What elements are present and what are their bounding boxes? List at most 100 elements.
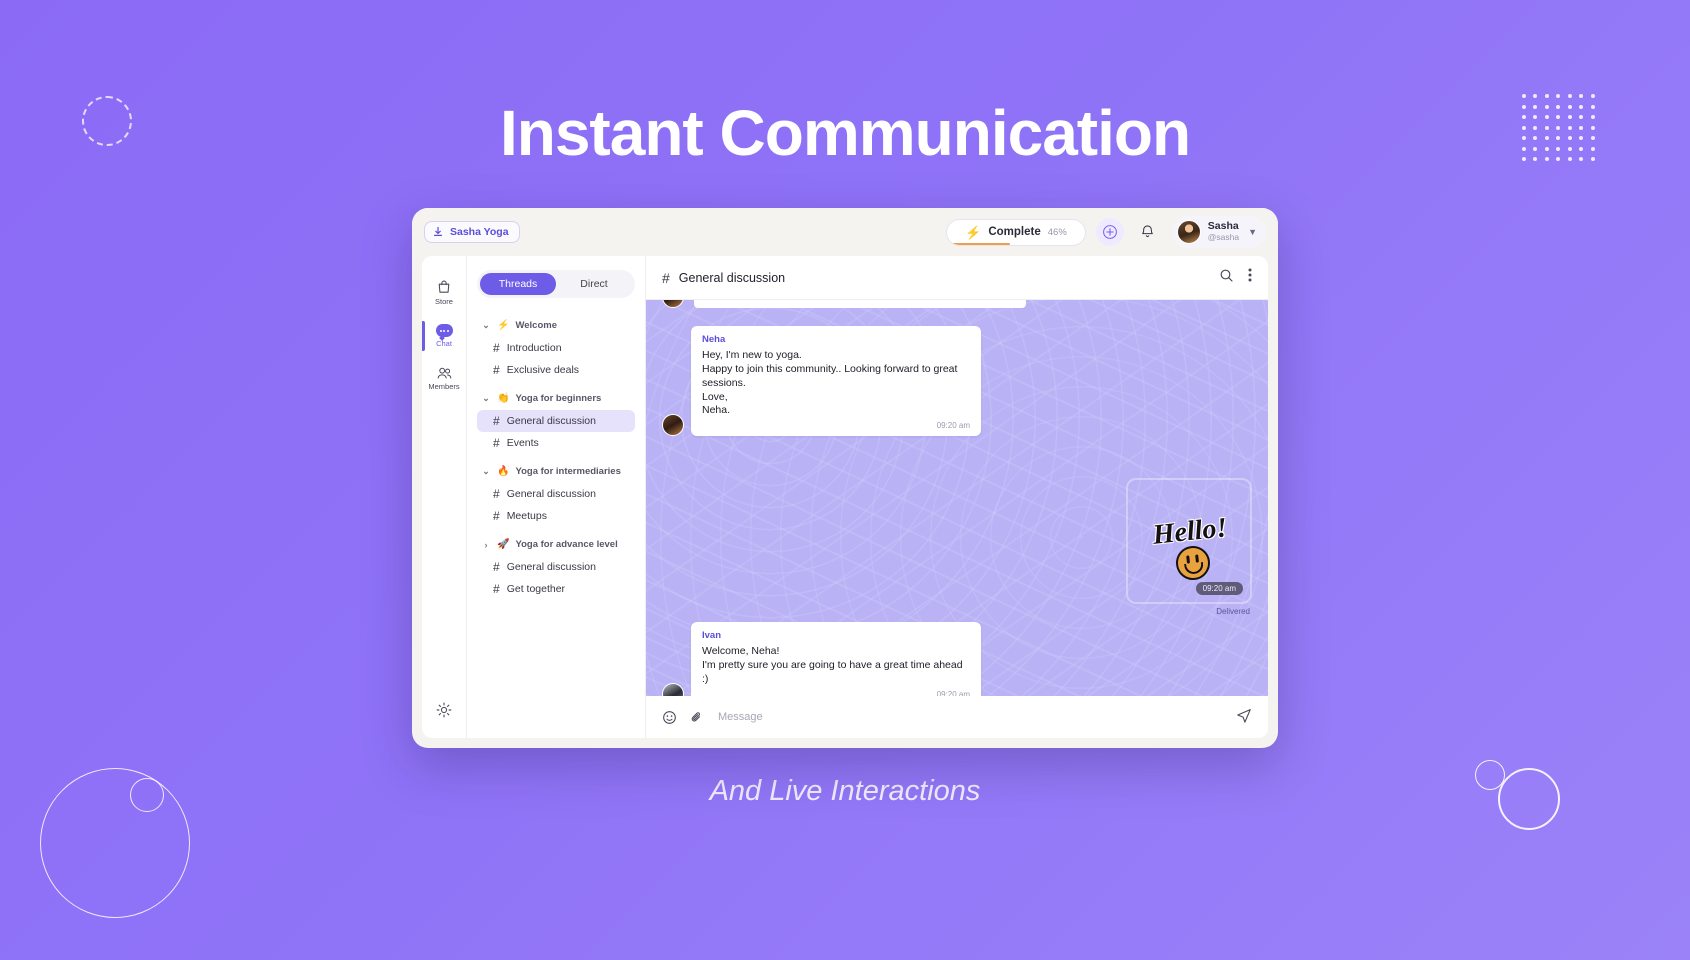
add-button[interactable] [1095, 218, 1124, 246]
message-bubble: Ivan Welcome, Neha! I'm pretty sure you … [691, 622, 981, 696]
app-body: Store Chat Members Threads Direct ⌄ ⚡ We… [412, 256, 1278, 748]
hash-icon: # [493, 436, 500, 450]
message-timestamp: 09:20 am [1195, 582, 1243, 595]
conversation-title: General discussion [678, 270, 786, 285]
sidebar-item-channel[interactable]: # Events [477, 432, 635, 454]
send-icon [1237, 708, 1251, 723]
sidebar-item-label: Store [435, 297, 453, 306]
message-author: Ivan [702, 630, 722, 641]
user-menu[interactable]: Sasha @sasha ▼ [1171, 216, 1266, 248]
tab-direct[interactable]: Direct [556, 273, 632, 295]
completion-label: Complete [988, 226, 1041, 238]
hash-icon: # [493, 487, 500, 501]
notifications-button[interactable] [1134, 218, 1162, 246]
nav-rail: Store Chat Members [422, 256, 466, 738]
group-emoji-icon: ⚡ [497, 320, 510, 331]
smiley-mouth [1184, 561, 1205, 575]
image-attachment[interactable]: Hello! 09:20 am [1126, 478, 1252, 604]
app-topbar: Sasha Yoga ⚡ Complete 46% Sasha @sasha ▼ [412, 208, 1278, 256]
emoji-icon [663, 710, 676, 724]
sidebar-item-members[interactable]: Members [422, 357, 466, 400]
search-icon [1220, 269, 1233, 282]
conversation-actions [1219, 267, 1252, 288]
completion-progress-pill[interactable]: ⚡ Complete 46% [946, 218, 1086, 246]
channel-label: Get together [506, 583, 566, 595]
hash-icon: # [493, 509, 500, 523]
smiley-graphic [1174, 544, 1212, 582]
sidebar-item-channel[interactable]: # Exclusive deals [477, 359, 635, 381]
message-list-inner: 09:20 am Neha Hey, I'm new to yoga. Happ… [646, 300, 1268, 696]
sidebar-item-chat[interactable]: Chat [422, 315, 466, 357]
hash-icon: # [493, 363, 500, 377]
completion-percent: 46% [1047, 226, 1067, 238]
clipped-message-avatar-wrap [662, 300, 684, 308]
hash-icon: # [662, 269, 670, 286]
group-emoji-icon: 🚀 [497, 539, 510, 550]
channel-group: ⌄ 👏 Yoga for beginners # General discussion #… [477, 387, 635, 454]
bolt-icon: ⚡ [965, 224, 982, 240]
message-bubble: Neha Hey, I'm new to yoga. Happy to join… [691, 326, 981, 437]
channel-group-header[interactable]: ⌄ 🔥 Yoga for intermediaries [477, 460, 635, 483]
channel-group-header[interactable]: ⌄ 👏 Yoga for beginners [477, 387, 635, 410]
sidebar-item-channel[interactable]: # General discussion [477, 483, 635, 505]
ivan-avatar [662, 682, 684, 696]
channel-group-label: Welcome [515, 320, 557, 331]
user-meta: Sasha @sasha [1208, 221, 1239, 242]
channel-label: Meetups [506, 510, 547, 522]
group-emoji-icon: 🔥 [497, 466, 510, 477]
more-vertical-icon [1248, 268, 1252, 282]
sidebar-item-channel[interactable]: # Introduction [477, 337, 635, 359]
message-author: Neha [702, 334, 726, 345]
workspace-chip[interactable]: Sasha Yoga [424, 221, 520, 243]
channel-label: Introduction [506, 342, 562, 354]
sidebar-item-channel[interactable]: # Get together [477, 578, 635, 600]
group-emoji-icon: 👏 [497, 393, 510, 404]
message-row-ivan[interactable]: Ivan Welcome, Neha! I'm pretty sure you … [662, 622, 981, 696]
message-text: Welcome, Neha! I'm pretty sure you are g… [702, 645, 963, 685]
shopping-bag-icon [438, 280, 450, 293]
message-row-image[interactable]: Hello! 09:20 am Delivered [1126, 478, 1252, 616]
search-button[interactable] [1219, 268, 1234, 288]
channel-group-header[interactable]: › 🚀 Yoga for advance level [477, 533, 635, 556]
message-list[interactable]: 09:20 am Neha Hey, I'm new to yoga. Happ… [646, 300, 1268, 696]
message-text: Hey, I'm new to yoga. Happy to join this… [702, 349, 958, 417]
sidebar-item-channel[interactable]: # General discussion [477, 556, 635, 578]
threads-direct-toggle: Threads Direct [477, 270, 635, 298]
message-timestamp: 09:20 am [936, 421, 970, 431]
chevron-down-icon: ▼ [1248, 227, 1257, 237]
app-window: Sasha Yoga ⚡ Complete 46% Sasha @sasha ▼… [412, 208, 1278, 748]
sidebar-item-store[interactable]: Store [422, 270, 466, 315]
tab-threads[interactable]: Threads [480, 273, 556, 295]
clipped-message: 09:20 am [694, 300, 1026, 308]
channel-group-header[interactable]: ⌄ ⚡ Welcome [477, 314, 635, 337]
more-options-button[interactable] [1248, 267, 1252, 288]
channel-group-label: Yoga for intermediaries [515, 466, 621, 477]
sidebar-item-channel[interactable]: # Meetups [477, 505, 635, 527]
user-handle: @sasha [1207, 232, 1240, 243]
settings-button[interactable] [435, 701, 453, 724]
topbar-actions: ⚡ Complete 46% Sasha @sasha ▼ [946, 216, 1266, 248]
channel-group-label: Yoga for advance level [515, 539, 618, 550]
members-icon [437, 367, 451, 379]
chevron-icon: ⌄ [482, 393, 490, 403]
conversation-panel: # General discussion Neha Hey, I'm new t… [646, 256, 1268, 738]
chevron-icon: › [484, 539, 488, 550]
hash-icon: # [493, 582, 500, 596]
hash-icon: # [493, 414, 500, 428]
plus-circle-icon [1102, 225, 1117, 239]
sidebar-item-label: Members [428, 382, 460, 391]
sidebar-item-channel[interactable]: # General discussion [477, 410, 635, 432]
channel-label: General discussion [506, 488, 596, 500]
chevron-icon: ⌄ [482, 320, 490, 330]
channel-group: ⌄ ⚡ Welcome # Introduction # Exclusive deals [477, 314, 635, 381]
channel-group: › 🚀 Yoga for advance level # General discuss… [477, 533, 635, 600]
emoji-button[interactable] [662, 710, 677, 725]
avatar [1176, 220, 1201, 244]
send-button[interactable] [1236, 707, 1252, 728]
channel-label: Events [506, 437, 539, 449]
message-input[interactable] [716, 710, 1224, 724]
message-composer [646, 696, 1268, 738]
message-timestamp: 09:20 am [936, 689, 970, 696]
attach-button[interactable] [689, 710, 704, 725]
message-row-neha[interactable]: Neha Hey, I'm new to yoga. Happy to join… [662, 326, 981, 437]
